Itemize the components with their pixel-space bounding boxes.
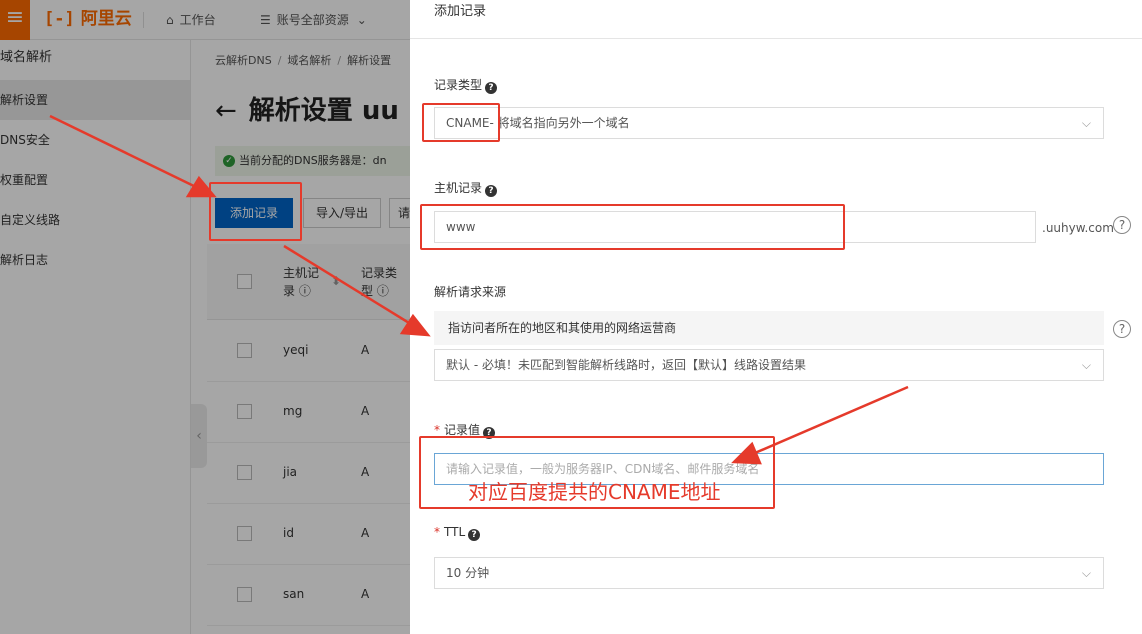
- annotation-text: 对应百度提共的CNAME地址: [468, 480, 721, 504]
- divider: [410, 38, 1142, 39]
- required-mark: *: [434, 423, 440, 437]
- resolution-line-value: 默认 - 必填！未匹配到智能解析线路时，返回【默认】线路设置结果: [446, 358, 806, 372]
- help-icon[interactable]: ?: [485, 82, 498, 94]
- annotation-box-record-type: [422, 103, 500, 142]
- help-icon[interactable]: ?: [485, 185, 498, 197]
- chevron-down-icon: ⌵: [1081, 358, 1091, 372]
- host-record-label: 主机记录?: [434, 179, 498, 197]
- ttl-label: * TTL?: [434, 525, 481, 541]
- question-circle-icon[interactable]: ?: [1113, 320, 1131, 338]
- chevron-down-icon: ⌵: [1081, 566, 1091, 580]
- add-record-drawer: 添加记录 记录类型? CNAME- 将域名指向另外一个域名 ⌵ 主机记录? www…: [410, 0, 1142, 634]
- request-source-note: 指访问者所在的地区和其使用的网络运营商: [434, 311, 1104, 345]
- question-circle-icon[interactable]: ?: [1113, 216, 1131, 234]
- drawer-title: 添加记录: [434, 4, 487, 19]
- ttl-value: 10 分钟: [446, 566, 490, 580]
- modal-overlay[interactable]: [0, 0, 410, 634]
- annotation-box-add-record: [209, 182, 302, 241]
- record-type-label: 记录类型?: [434, 76, 498, 94]
- chevron-down-icon: ⌵: [1081, 116, 1091, 130]
- domain-suffix: .uuhyw.com: [1042, 221, 1114, 235]
- request-source-label: 解析请求来源: [434, 285, 507, 299]
- required-mark: *: [434, 525, 440, 539]
- resolution-line-select[interactable]: 默认 - 必填！未匹配到智能解析线路时，返回【默认】线路设置结果 ⌵: [434, 349, 1104, 381]
- help-icon[interactable]: ?: [468, 529, 481, 541]
- ttl-select[interactable]: 10 分钟 ⌵: [434, 557, 1104, 589]
- record-type-select[interactable]: CNAME- 将域名指向另外一个域名 ⌵: [434, 107, 1104, 139]
- annotation-box-host-record: [420, 204, 845, 250]
